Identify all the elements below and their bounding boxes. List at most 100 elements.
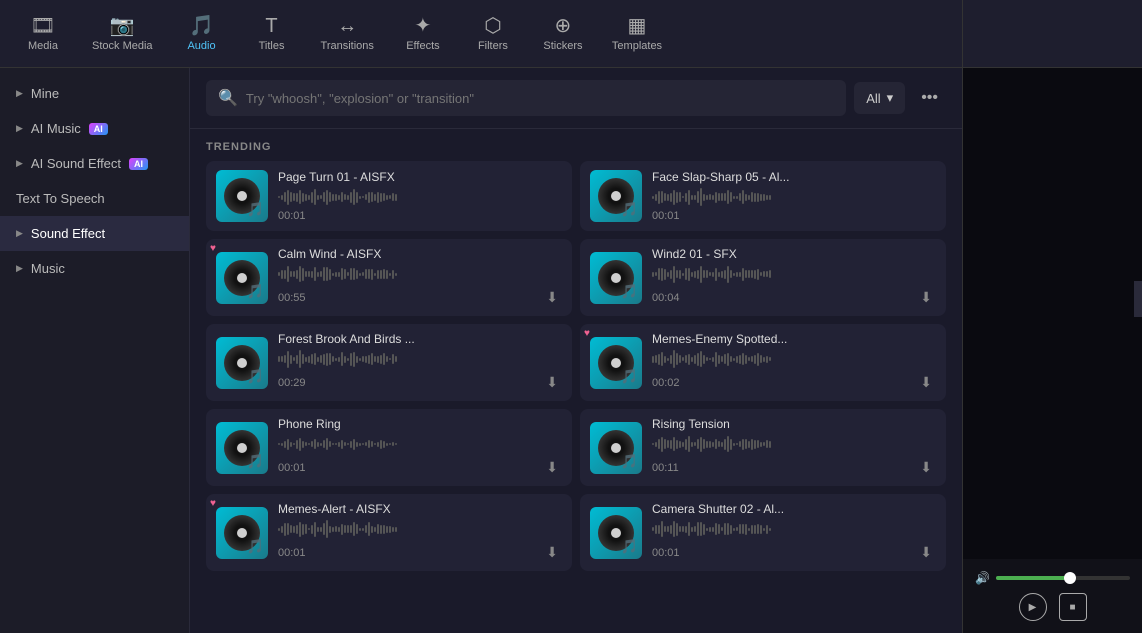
download-button[interactable]: ⬇	[916, 542, 936, 563]
audio-card[interactable]: 🎵 Page Turn 01 - AISFX 00:01	[206, 161, 572, 231]
waveform-bar	[679, 192, 681, 202]
templates-nav-icon: ▦	[628, 16, 647, 36]
sidebar-item-music[interactable]: ▶Music	[0, 251, 189, 286]
waveform-bar	[739, 524, 741, 534]
nav-item-templates[interactable]: ▦ Templates	[598, 10, 676, 58]
volume-icon: 🔊	[975, 571, 990, 585]
waveform-bar	[760, 194, 762, 201]
waveform-bar	[302, 441, 304, 448]
waveform-bar	[739, 272, 741, 277]
waveform-bar	[655, 272, 657, 276]
waveform-bar	[344, 356, 346, 363]
nav-item-effects[interactable]: ✦ Effects	[388, 10, 458, 58]
waveform-bar	[727, 266, 729, 283]
stop-button[interactable]: ■	[1059, 593, 1087, 621]
nav-item-stickers[interactable]: ⊕ Stickers	[528, 10, 598, 58]
waveform-bar	[353, 189, 355, 205]
sidebar-item-sound-effect[interactable]: ▶Sound Effect	[0, 216, 189, 251]
expand-arrow-icon: ▶	[16, 123, 23, 134]
volume-bar[interactable]	[996, 576, 1130, 580]
download-button[interactable]: ⬇	[542, 457, 562, 478]
download-button[interactable]: ⬇	[916, 372, 936, 393]
waveform-bar	[284, 355, 286, 363]
waveform-bar	[296, 193, 298, 202]
play-button[interactable]: ▶	[1019, 593, 1047, 621]
waveform-bar	[700, 266, 702, 283]
expand-arrow-icon: ▶	[16, 228, 23, 239]
waveform-bar	[320, 527, 322, 532]
waveform-bar	[679, 270, 681, 279]
waveform-bar	[697, 439, 699, 449]
download-button[interactable]: ⬇	[916, 457, 936, 478]
nav-item-titles[interactable]: T Titles	[237, 10, 307, 58]
waveform-bar	[299, 190, 301, 204]
waveform-bar	[700, 437, 702, 452]
nav-item-audio[interactable]: 🎵 Audio	[167, 10, 237, 58]
audio-info: Face Slap-Sharp 05 - Al... 00:01	[652, 170, 936, 222]
download-button[interactable]: ⬇	[542, 542, 562, 563]
download-button[interactable]: ⬇	[542, 372, 562, 393]
waveform-bar	[395, 527, 397, 532]
audio-info: Wind2 01 - SFX 00:04 ⬇	[652, 247, 936, 308]
waveform-bar	[317, 357, 319, 362]
waveform-bar	[682, 357, 684, 361]
waveform-bar	[739, 355, 741, 364]
nav-item-filters[interactable]: ⬡ Filters	[458, 10, 528, 58]
sidebar-item-text-to-speech[interactable]: Text To Speech	[0, 181, 189, 216]
waveform-bar	[374, 443, 376, 445]
waveform-bar	[694, 355, 696, 364]
expand-arrow-icon: ▶	[16, 88, 23, 99]
waveform-bar	[356, 192, 358, 203]
waveform-bar	[691, 195, 693, 200]
waveform-bar	[338, 195, 340, 200]
waveform-bar	[760, 272, 762, 276]
waveform-bar	[676, 440, 678, 449]
waveform-bar	[730, 192, 732, 202]
waveform	[278, 520, 562, 538]
waveform-bar	[688, 190, 690, 205]
sidebar-item-ai-music[interactable]: ▶AI MusicAI	[0, 111, 189, 146]
audio-duration: 00:11	[652, 462, 679, 474]
waveform-bar	[293, 357, 295, 361]
waveform-bar	[281, 443, 283, 446]
sidebar-item-mine[interactable]: ▶Mine	[0, 76, 189, 111]
audio-card[interactable]: ♥ 🎵 Calm Wind - AISFX 00:55 ⬇	[206, 239, 572, 316]
nav-item-media[interactable]: 🎞 Media	[8, 10, 78, 58]
filter-dropdown-button[interactable]: All ▾	[854, 82, 905, 114]
waveform-bar	[383, 525, 385, 534]
audio-card[interactable]: 🎵 Wind2 01 - SFX 00:04 ⬇	[580, 239, 946, 316]
nav-item-stock-media[interactable]: 📷 Stock Media	[78, 10, 167, 58]
audio-thumbnail: 🎵	[590, 422, 642, 474]
waveform-bar	[383, 353, 385, 365]
waveform-bar	[317, 527, 319, 532]
audio-card[interactable]: 🎵 Forest Brook And Birds ... 00:29 ⬇	[206, 324, 572, 401]
audio-card[interactable]: 🎵 Camera Shutter 02 - Al... 00:01 ⬇	[580, 494, 946, 571]
nav-item-transitions[interactable]: ↔ Transitions	[307, 10, 388, 58]
waveform-bar	[317, 195, 319, 200]
waveform-bar	[730, 439, 732, 450]
waveform-bar	[691, 442, 693, 447]
waveform-bar	[377, 270, 379, 279]
sidebar-item-ai-sound-effect[interactable]: ▶AI Sound EffectAI	[0, 146, 189, 181]
waveform-bar	[365, 194, 367, 200]
audio-card[interactable]: 🎵 Rising Tension 00:11 ⬇	[580, 409, 946, 486]
audio-card[interactable]: 🎵 Face Slap-Sharp 05 - Al... 00:01	[580, 161, 946, 231]
playback-controls: ▶ ■	[975, 593, 1130, 621]
search-input[interactable]	[246, 91, 834, 106]
download-button[interactable]: ⬇	[542, 287, 562, 308]
waveform-bar	[706, 441, 708, 448]
audio-card[interactable]: 🎵 Phone Ring 00:01 ⬇	[206, 409, 572, 486]
waveform-bar	[664, 439, 666, 449]
waveform-bar	[347, 525, 349, 533]
more-options-button[interactable]: •••	[913, 85, 946, 111]
waveform-bar	[368, 522, 370, 536]
audio-card[interactable]: ♥ 🎵 Memes-Alert - AISFX 00:01 ⬇	[206, 494, 572, 571]
waveform-bar	[284, 441, 286, 448]
waveform-bar	[380, 525, 382, 534]
waveform-bar	[380, 355, 382, 364]
audio-card[interactable]: ♥ 🎵 Memes-Enemy Spotted... 00:02 ⬇	[580, 324, 946, 401]
audio-nav-icon: 🎵	[189, 16, 214, 36]
audio-nav-label: Audio	[187, 40, 215, 52]
waveform-bar	[724, 523, 726, 535]
download-button[interactable]: ⬇	[916, 287, 936, 308]
